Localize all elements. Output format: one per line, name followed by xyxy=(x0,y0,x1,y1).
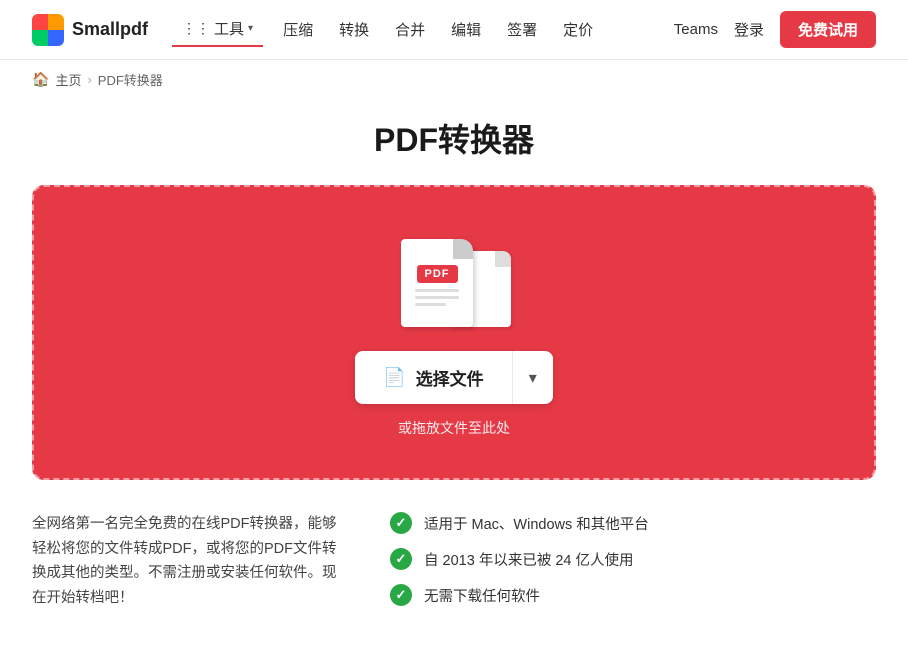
chevron-down-icon: ▾ xyxy=(529,370,537,387)
doc-lines xyxy=(415,289,459,310)
breadcrumb-current: PDF转换器 xyxy=(98,70,163,89)
check-icon-1: ✓ xyxy=(390,512,412,534)
breadcrumb-separator: › xyxy=(87,72,91,87)
tools-menu-button[interactable]: ⋮⋮ 工具 ▾ xyxy=(172,12,263,47)
home-icon: 🏠 xyxy=(32,71,49,88)
chevron-down-icon: ▾ xyxy=(248,23,253,34)
nav-sign[interactable]: 签署 xyxy=(495,13,549,46)
feature-label-3: 无需下载任何软件 xyxy=(424,585,540,606)
breadcrumb-home-link[interactable]: 主页 xyxy=(55,70,81,89)
nav-compress[interactable]: 压缩 xyxy=(271,13,325,46)
free-trial-button[interactable]: 免费试用 xyxy=(780,11,876,48)
feature-label-2: 自 2013 年以来已被 24 亿人使用 xyxy=(424,549,634,570)
tools-label: 工具 xyxy=(214,18,244,39)
check-icon-2: ✓ xyxy=(390,548,412,570)
feature-item-2: ✓ 自 2013 年以来已被 24 亿人使用 xyxy=(390,548,876,570)
select-file-button[interactable]: 📄 选择文件 xyxy=(355,351,512,404)
feature-item-1: ✓ 适用于 Mac、Windows 和其他平台 xyxy=(390,512,876,534)
feature-label-1: 适用于 Mac、Windows 和其他平台 xyxy=(424,513,649,534)
drop-text: 或拖放文件至此处 xyxy=(398,418,510,438)
logo[interactable]: Smallpdf xyxy=(32,14,148,46)
nav-pricing[interactable]: 定价 xyxy=(551,13,605,46)
page-title-section: PDF转换器 xyxy=(0,99,908,185)
pdf-icon-group: PDF xyxy=(389,227,519,327)
grid-icon: ⋮⋮ xyxy=(182,20,210,37)
nav-edit[interactable]: 编辑 xyxy=(439,13,493,46)
feature-list: ✓ 适用于 Mac、Windows 和其他平台 ✓ 自 2013 年以来已被 2… xyxy=(390,512,876,606)
logo-icon xyxy=(32,14,64,46)
nav-right: Teams 登录 免费试用 xyxy=(674,11,876,48)
nav-login[interactable]: 登录 xyxy=(734,19,764,40)
feature-section: 全网络第一名完全免费的在线PDF转换器，能够轻松将您的文件转成PDF，或将您的P… xyxy=(0,480,908,651)
select-file-label: 选择文件 xyxy=(416,365,484,390)
nav-tools: ⋮⋮ 工具 ▾ xyxy=(172,12,263,47)
pdf-label: PDF xyxy=(417,265,458,283)
upload-button-row: 📄 选择文件 ▾ xyxy=(355,351,552,404)
breadcrumb: 🏠 主页 › PDF转换器 xyxy=(0,60,908,99)
file-icon: 📄 xyxy=(383,367,405,388)
nav-merge[interactable]: 合并 xyxy=(383,13,437,46)
drop-zone[interactable]: PDF 📄 选择文件 ▾ 或拖放文件至此处 xyxy=(32,185,876,480)
upload-options-button[interactable]: ▾ xyxy=(513,354,553,402)
logo-text: Smallpdf xyxy=(72,19,148,40)
doc-line-2 xyxy=(415,296,459,299)
feature-description: 全网络第一名完全免费的在线PDF转换器，能够轻松将您的文件转成PDF，或将您的P… xyxy=(32,512,342,611)
drop-text-label: 或拖放文件至此处 xyxy=(398,420,510,436)
nav-teams[interactable]: Teams xyxy=(674,21,718,38)
doc-line-3 xyxy=(415,303,446,306)
check-icon-3: ✓ xyxy=(390,584,412,606)
header: Smallpdf ⋮⋮ 工具 ▾ 压缩 转换 合并 编辑 签署 定价 Teams… xyxy=(0,0,908,60)
nav-main: 压缩 转换 合并 编辑 签署 定价 xyxy=(271,13,605,46)
doc-main: PDF xyxy=(401,239,473,327)
feature-item-3: ✓ 无需下载任何软件 xyxy=(390,584,876,606)
doc-line-1 xyxy=(415,289,459,292)
page-title: PDF转换器 xyxy=(0,115,908,161)
nav-convert[interactable]: 转换 xyxy=(327,13,381,46)
